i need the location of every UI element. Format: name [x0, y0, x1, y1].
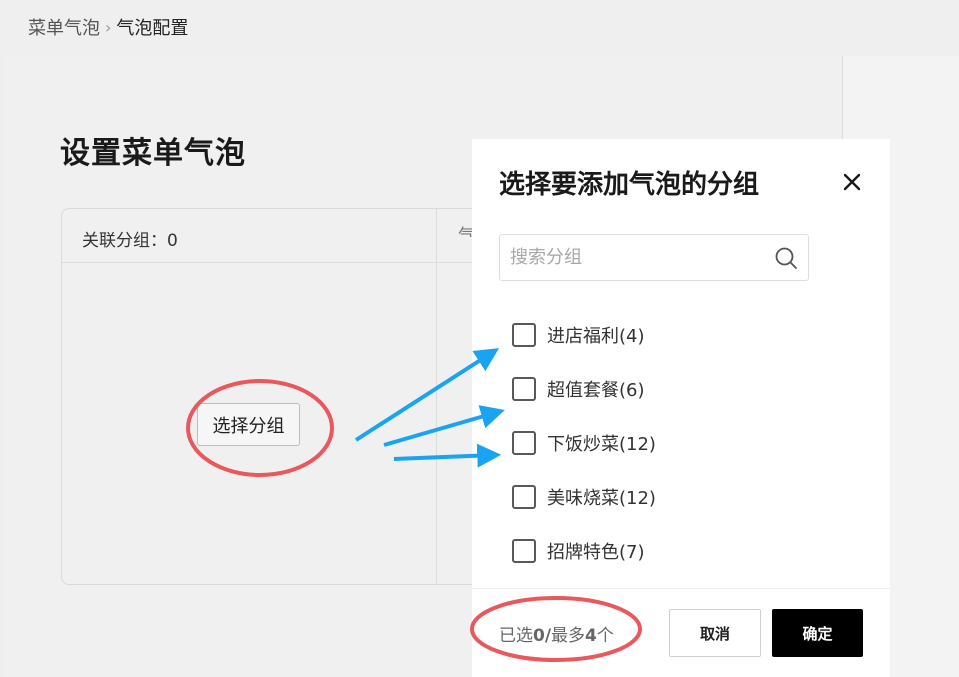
close-icon	[843, 173, 861, 191]
group-label: 美味烧菜(12)	[547, 488, 656, 509]
group-item[interactable]: 下饭炒菜(12)	[512, 428, 656, 458]
group-label: 下饭炒菜(12)	[547, 434, 656, 455]
group-checkbox[interactable]	[512, 485, 536, 509]
search-input[interactable]	[510, 235, 760, 280]
group-item[interactable]: 美味烧菜(12)	[512, 482, 656, 512]
modal-footer-divider	[472, 588, 890, 589]
max-prefix: 最多	[551, 626, 586, 646]
selected-prefix: 已选	[499, 626, 533, 646]
select-group-button[interactable]: 选择分组	[197, 403, 300, 446]
group-checkbox[interactable]	[512, 323, 536, 347]
close-button[interactable]	[834, 164, 870, 200]
group-label: 招牌特色(7)	[547, 542, 645, 563]
associated-group-count: 关联分组：0	[82, 231, 178, 251]
breadcrumb-separator: ›	[105, 17, 112, 37]
search-box	[499, 234, 809, 281]
search-icon[interactable]	[774, 246, 798, 270]
group-item[interactable]: 招牌特色(7)	[512, 536, 645, 566]
group-association-box: 关联分组：0 气	[61, 208, 501, 585]
group-checkbox[interactable]	[512, 431, 536, 455]
group-checkbox[interactable]	[512, 377, 536, 401]
group-item[interactable]: 进店福利(4)	[512, 320, 645, 350]
breadcrumb-current: 气泡配置	[116, 18, 189, 39]
breadcrumb-parent-link[interactable]: 菜单气泡	[28, 14, 100, 40]
group-checkbox[interactable]	[512, 539, 536, 563]
max-number: 4	[585, 626, 597, 646]
select-group-modal: 选择要添加气泡的分组 进店福利(4) 超值套餐(6) 下饭炒菜(12) 美味烧菜…	[472, 139, 890, 677]
confirm-button[interactable]: 确定	[772, 609, 863, 657]
group-label: 超值套餐(6)	[547, 380, 645, 401]
page-title: 设置菜单气泡	[60, 136, 246, 171]
box-column-divider	[436, 209, 437, 584]
max-suffix: 个	[596, 626, 614, 646]
breadcrumb: 菜单气泡 › 气泡配置	[28, 14, 189, 40]
cancel-button[interactable]: 取消	[669, 609, 761, 657]
group-label: 进店福利(4)	[547, 326, 645, 347]
selected-number: 0/	[533, 626, 552, 646]
selected-count: 已选0/最多4个	[499, 621, 614, 646]
group-item[interactable]: 超值套餐(6)	[512, 374, 645, 404]
modal-title: 选择要添加气泡的分组	[499, 170, 760, 200]
box-header-divider	[62, 262, 500, 263]
